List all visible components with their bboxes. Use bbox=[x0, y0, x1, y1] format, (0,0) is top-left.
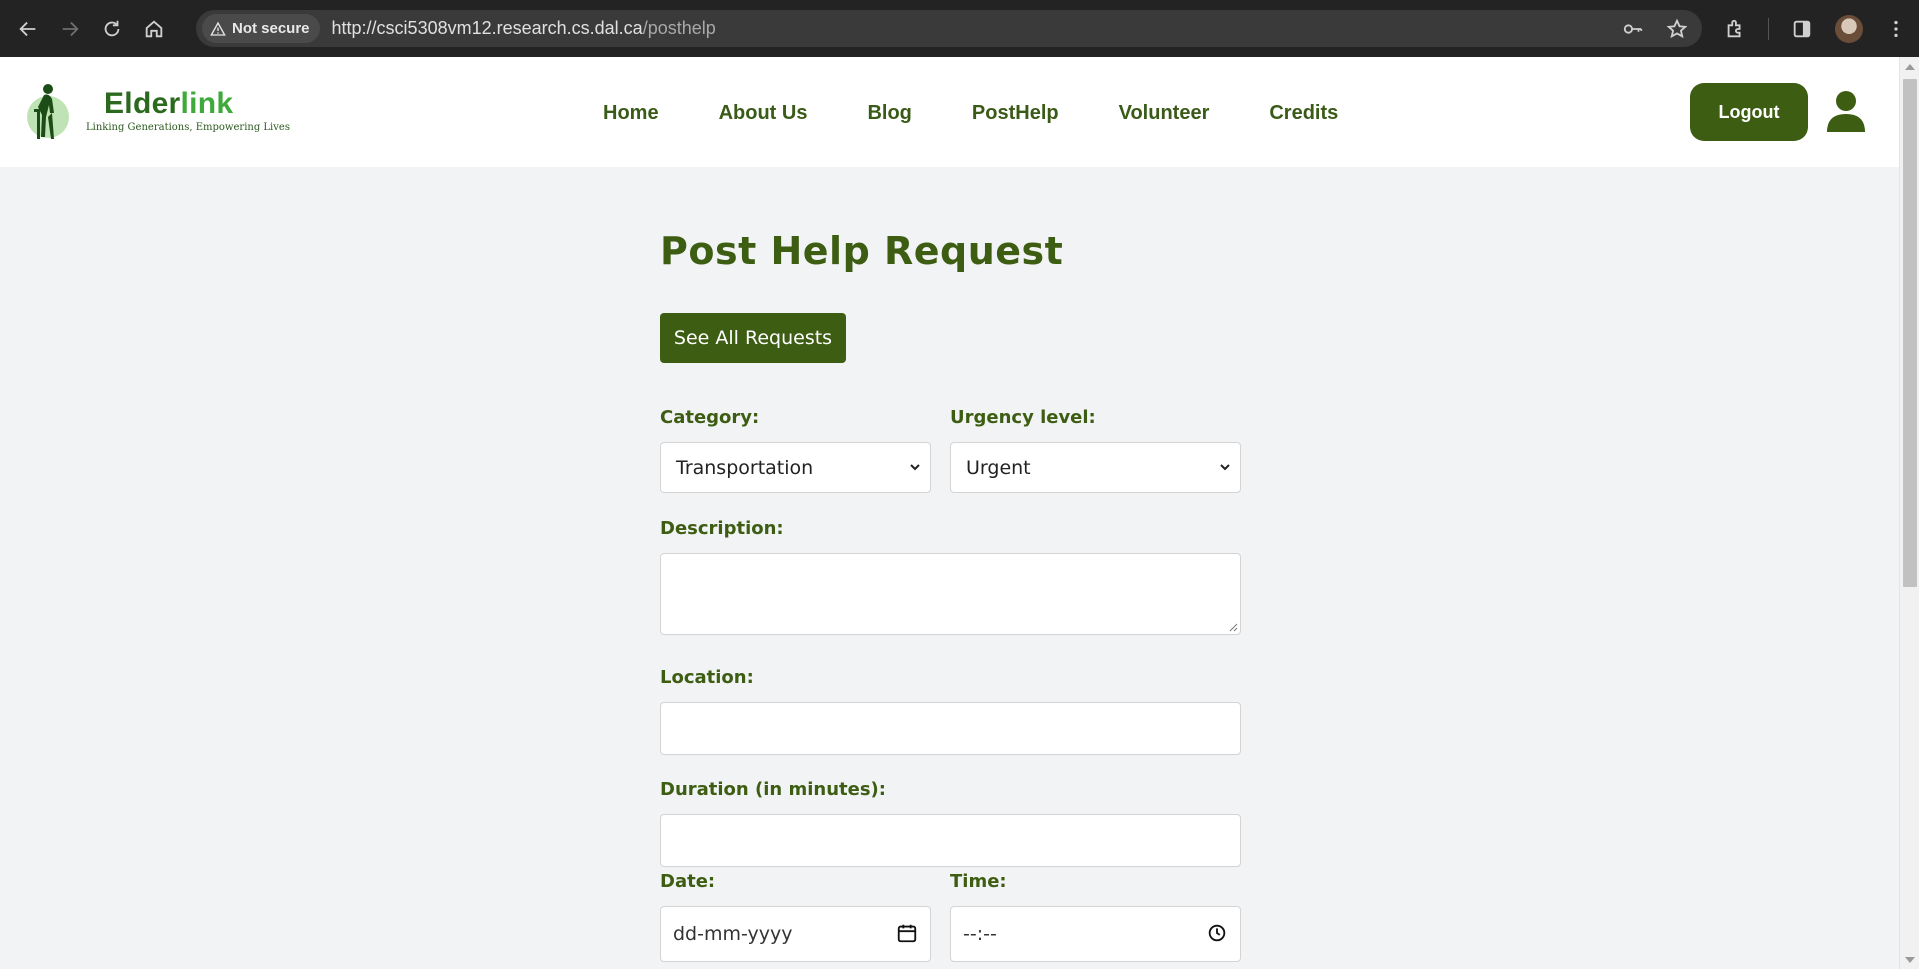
logo-name: Elderlink bbox=[86, 87, 290, 121]
duration-input[interactable] bbox=[660, 814, 1241, 867]
scrollbar-thumb[interactable] bbox=[1903, 79, 1917, 587]
forward-button[interactable] bbox=[56, 15, 84, 43]
description-label: Description: bbox=[660, 518, 784, 539]
time-placeholder: --:-- bbox=[963, 923, 997, 945]
nav-link-blog[interactable]: Blog bbox=[867, 102, 911, 125]
key-icon[interactable] bbox=[1622, 18, 1644, 40]
calendar-icon[interactable] bbox=[896, 922, 918, 944]
home-button[interactable] bbox=[140, 15, 168, 43]
urgency-select[interactable]: Urgent bbox=[950, 442, 1241, 493]
logo-name-part-1: Elder bbox=[104, 87, 181, 120]
security-indicator[interactable]: Not secure bbox=[202, 14, 320, 43]
see-all-requests-button[interactable]: See All Requests bbox=[660, 313, 846, 363]
extensions-icon[interactable] bbox=[1724, 18, 1746, 40]
page-scrollbar[interactable] bbox=[1899, 57, 1919, 969]
logo-name-part-2: link bbox=[180, 87, 234, 120]
bookmark-star-icon[interactable] bbox=[1666, 18, 1688, 40]
url-path: /posthelp bbox=[642, 18, 716, 38]
back-button[interactable] bbox=[14, 15, 42, 43]
resize-grip-icon[interactable] bbox=[1228, 622, 1238, 632]
date-input[interactable]: dd-mm-yyyy bbox=[660, 906, 931, 962]
back-arrow-icon bbox=[19, 21, 36, 36]
category-selected-value: Transportation bbox=[676, 456, 814, 479]
security-label: Not secure bbox=[232, 20, 310, 37]
user-profile-icon[interactable] bbox=[1825, 90, 1867, 132]
url-host: http://csci5308vm12.research.cs.dal.ca bbox=[331, 18, 643, 38]
chevron-down-icon bbox=[910, 464, 920, 471]
address-bar-actions bbox=[1622, 10, 1688, 47]
browser-toolbar: Not secure http://csci5308vm12.research.… bbox=[0, 0, 1919, 57]
nav-link-volunteer[interactable]: Volunteer bbox=[1119, 102, 1210, 125]
url-text[interactable]: http://csci5308vm12.research.cs.dal.ca/p… bbox=[332, 18, 716, 39]
side-panel-icon[interactable] bbox=[1791, 18, 1813, 40]
location-input[interactable] bbox=[660, 702, 1241, 755]
elderly-person-logo-icon bbox=[27, 84, 69, 139]
profile-avatar[interactable] bbox=[1835, 14, 1863, 43]
date-placeholder: dd-mm-yyyy bbox=[673, 923, 793, 945]
nav-link-posthelp[interactable]: PostHelp bbox=[972, 102, 1059, 125]
forward-arrow-icon bbox=[62, 21, 79, 36]
main-navigation: Home About Us Blog PostHelp Volunteer Cr… bbox=[603, 102, 1338, 125]
clock-icon[interactable] bbox=[1206, 922, 1228, 944]
category-select[interactable]: Transportation bbox=[660, 442, 931, 493]
time-label: Time: bbox=[950, 871, 1007, 892]
duration-label: Duration (in minutes): bbox=[660, 779, 886, 800]
date-label: Date: bbox=[660, 871, 716, 892]
site-header: Elderlink Linking Generations, Empowerin… bbox=[0, 57, 1899, 167]
scroll-down-arrow-icon[interactable] bbox=[1905, 957, 1915, 963]
home-icon bbox=[145, 19, 163, 37]
description-textarea[interactable] bbox=[660, 553, 1241, 635]
logout-button[interactable]: Logout bbox=[1690, 83, 1808, 141]
reload-icon bbox=[104, 20, 120, 36]
chevron-down-icon bbox=[1220, 464, 1230, 471]
urgency-selected-value: Urgent bbox=[966, 456, 1031, 479]
urgency-label: Urgency level: bbox=[950, 407, 1096, 428]
scroll-up-arrow-icon[interactable] bbox=[1905, 64, 1915, 70]
reload-button[interactable] bbox=[98, 15, 126, 43]
logo-tagline: Linking Generations, Empowering Lives bbox=[86, 122, 290, 133]
browser-right-actions bbox=[1724, 0, 1907, 57]
category-label: Category: bbox=[660, 407, 760, 428]
time-input[interactable]: --:-- bbox=[950, 906, 1241, 962]
nav-link-credits[interactable]: Credits bbox=[1269, 102, 1338, 125]
nav-link-home[interactable]: Home bbox=[603, 102, 659, 125]
location-label: Location: bbox=[660, 667, 754, 688]
nav-link-about-us[interactable]: About Us bbox=[719, 102, 808, 125]
address-bar[interactable]: Not secure http://csci5308vm12.research.… bbox=[196, 10, 1702, 47]
menu-kebab-icon[interactable] bbox=[1885, 18, 1907, 40]
warning-icon bbox=[210, 21, 226, 36]
toolbar-divider bbox=[1768, 17, 1769, 40]
site-logo[interactable]: Elderlink Linking Generations, Empowerin… bbox=[26, 83, 290, 143]
page-title: Post Help Request bbox=[660, 229, 1064, 273]
